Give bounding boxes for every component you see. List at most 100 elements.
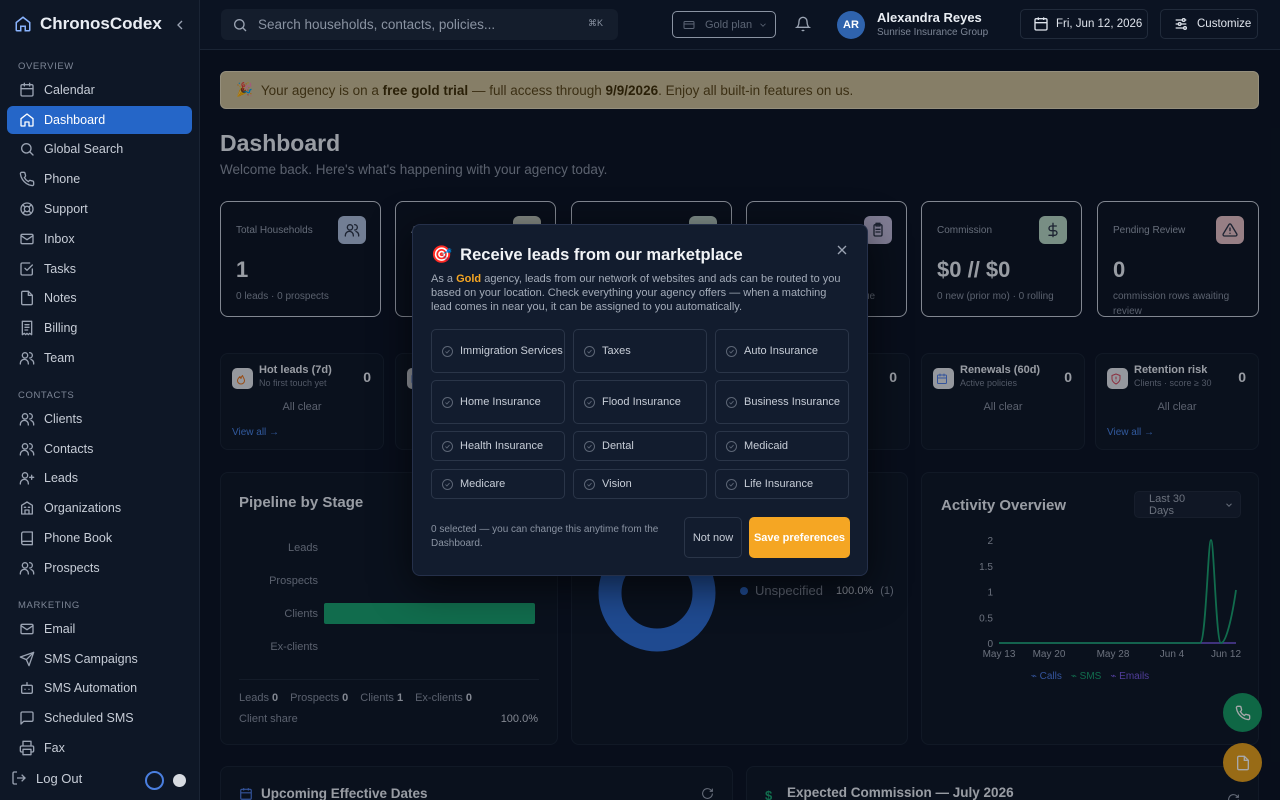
nav-section: CONTACTS Clients Contacts Leads Organization…: [7, 389, 192, 582]
calendar-icon: [19, 82, 35, 98]
checkbox-icon: [19, 261, 35, 277]
check-circle-icon: [442, 345, 453, 357]
sidebar-item-inbox[interactable]: Inbox: [7, 225, 192, 253]
date-button[interactable]: Fri, Jun 12, 2026: [1020, 9, 1148, 39]
sidebar-item-label: Phone Book: [44, 530, 113, 545]
search-input[interactable]: [258, 17, 578, 32]
sidebar-item-sms-campaigns[interactable]: SMS Campaigns: [7, 645, 192, 673]
book-icon: [19, 530, 35, 546]
user-plus-icon: [19, 470, 35, 486]
plan-label: Gold plan: [705, 18, 753, 31]
sidebar-item-clients[interactable]: Clients: [7, 405, 192, 433]
option-label: Immigration Services: [460, 345, 563, 357]
brand[interactable]: ChronosCodex: [14, 14, 162, 34]
option-business-insurance[interactable]: Business Insurance: [715, 380, 849, 424]
option-immigration-services[interactable]: Immigration Services: [431, 329, 565, 373]
option-dental[interactable]: Dental: [573, 431, 707, 461]
plan-selector[interactable]: Gold plan: [672, 11, 776, 38]
sidebar-item-organizations[interactable]: Organizations: [7, 494, 192, 522]
collapse-sidebar-icon[interactable]: [172, 17, 188, 33]
sidebar-item-billing[interactable]: Billing: [7, 314, 192, 342]
logout-label: Log Out: [36, 770, 83, 786]
bell-icon[interactable]: [795, 16, 811, 32]
sidebar-item-phone-book[interactable]: Phone Book: [7, 524, 192, 552]
sidebar-item-label: SMS Automation: [44, 681, 138, 696]
date-label: Fri, Jun 12, 2026: [1056, 18, 1143, 30]
sidebar-item-leads[interactable]: Leads: [7, 464, 192, 492]
logout-button[interactable]: Log Out: [11, 770, 82, 786]
sidebar-item-label: Tasks: [44, 261, 76, 276]
sliders-icon: [1173, 16, 1189, 32]
nav-section-title: CONTACTS: [18, 390, 75, 401]
avatar[interactable]: AR: [837, 11, 865, 39]
sidebar-item-label: Contacts: [44, 441, 94, 456]
building-icon: [19, 500, 35, 516]
option-label: Life Insurance: [744, 478, 814, 490]
selection-summary: 0 selected — you can change this anytime…: [431, 524, 659, 549]
chat-icon: [19, 710, 35, 726]
bot-icon: [19, 680, 35, 696]
option-life-insurance[interactable]: Life Insurance: [715, 469, 849, 499]
sidebar-item-team[interactable]: Team: [7, 344, 192, 372]
sidebar-item-notes[interactable]: Notes: [7, 284, 192, 312]
document-icon: [19, 290, 35, 306]
global-search[interactable]: ⌘K: [221, 9, 618, 40]
sidebar-item-label: Scheduled SMS: [44, 711, 134, 726]
check-circle-icon: [584, 396, 595, 408]
nav-section-title: OVERVIEW: [18, 61, 74, 72]
option-medicare[interactable]: Medicare: [431, 469, 565, 499]
top-header: ⌘K Gold plan AR Alexandra Reyes Sunrise …: [200, 0, 1280, 50]
home-icon: [14, 15, 32, 33]
sidebar-item-global-search[interactable]: Global Search: [7, 135, 192, 163]
sidebar-item-phone[interactable]: Phone: [7, 165, 192, 193]
option-label: Medicare: [460, 478, 506, 490]
sidebar-item-calendar[interactable]: Calendar: [7, 76, 192, 104]
sidebar-item-fax[interactable]: Fax: [7, 734, 192, 762]
logout-icon: [11, 770, 27, 786]
nav-section: MARKETING Email SMS Campaigns SMS Automatio…: [7, 599, 192, 762]
option-home-insurance[interactable]: Home Insurance: [431, 380, 565, 424]
printer-icon: [19, 740, 35, 756]
option-flood-insurance[interactable]: Flood Insurance: [573, 380, 707, 424]
option-label: Taxes: [602, 345, 631, 357]
sidebar-item-label: Phone: [44, 172, 81, 187]
check-circle-icon: [726, 478, 737, 490]
sidebar-item-contacts[interactable]: Contacts: [7, 435, 192, 463]
check-circle-icon: [726, 396, 737, 408]
sidebar-item-sms-automation[interactable]: SMS Automation: [7, 674, 192, 702]
option-label: Health Insurance: [460, 440, 544, 452]
check-circle-icon: [442, 440, 453, 452]
sidebar-item-label: Clients: [44, 411, 83, 426]
option-label: Dental: [602, 440, 634, 452]
sidebar-item-label: SMS Campaigns: [44, 651, 138, 666]
receipt-icon: [19, 320, 35, 336]
sidebar-item-tasks[interactable]: Tasks: [7, 255, 192, 283]
check-circle-icon: [442, 478, 453, 490]
users-icon: [19, 350, 35, 366]
light-theme-toggle[interactable]: [173, 774, 186, 787]
sidebar-item-scheduled-sms[interactable]: Scheduled SMS: [7, 704, 192, 732]
sidebar-item-label: Fax: [44, 740, 65, 755]
close-icon[interactable]: [834, 242, 850, 258]
sidebar-item-email[interactable]: Email: [7, 615, 192, 643]
sidebar-item-dashboard[interactable]: Dashboard: [7, 105, 192, 134]
sidebar-item-label: Organizations: [44, 501, 122, 516]
sidebar-item-label: Global Search: [44, 142, 124, 157]
app-name: ChronosCodex: [40, 14, 162, 33]
send-icon: [19, 651, 35, 667]
not-now-button[interactable]: Not now: [684, 517, 742, 558]
sidebar-item-label: Support: [44, 201, 88, 216]
option-auto-insurance[interactable]: Auto Insurance: [715, 329, 849, 373]
option-vision[interactable]: Vision: [573, 469, 707, 499]
dark-theme-toggle[interactable]: [145, 771, 164, 790]
save-preferences-button[interactable]: Save preferences: [749, 517, 850, 558]
sidebar: ChronosCodex OVERVIEW Calendar Dashboard Gl…: [0, 0, 200, 800]
customize-button[interactable]: Customize: [1160, 9, 1258, 39]
search-icon: [19, 141, 35, 157]
option-health-insurance[interactable]: Health Insurance: [431, 431, 565, 461]
sidebar-item-support[interactable]: Support: [7, 195, 192, 223]
sidebar-item-label: Email: [44, 621, 76, 636]
option-taxes[interactable]: Taxes: [573, 329, 707, 373]
option-medicaid[interactable]: Medicaid: [715, 431, 849, 461]
sidebar-item-prospects[interactable]: Prospects: [7, 554, 192, 582]
